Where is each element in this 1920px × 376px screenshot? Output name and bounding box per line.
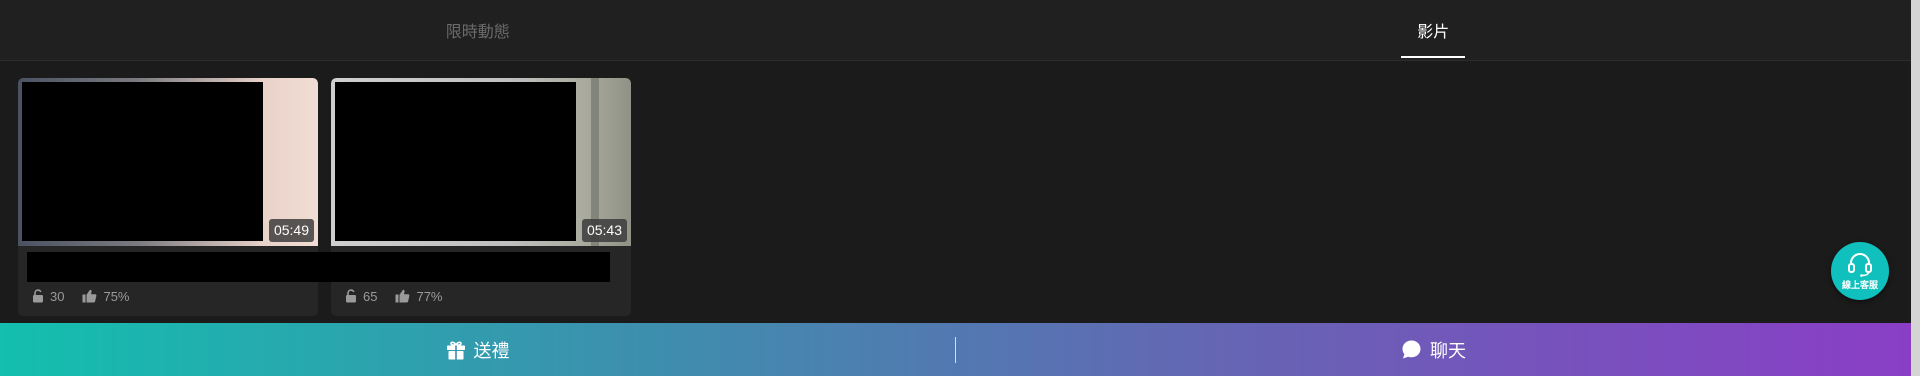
duration-badge: 05:43 [581, 219, 627, 242]
video-thumbnail[interactable]: 05:49 [18, 78, 318, 246]
chat-bubble-icon [1402, 340, 1421, 359]
lock-count: 65 [363, 288, 378, 304]
video-stats: 65 77% [345, 286, 443, 306]
like-rate: 75% [103, 288, 130, 304]
support-label: 線上客服 [1841, 281, 1878, 291]
gift-icon [446, 341, 465, 359]
action-bar: 送禮 聊天 [0, 323, 1911, 376]
customer-support-button[interactable]: 線上客服 [1831, 242, 1889, 300]
page: 限時動態 影片 05:49 30 75% 05:43 65 77% 送禮 聊天 … [0, 0, 1920, 376]
chat-label: 聊天 [1430, 340, 1466, 362]
tab-bar: 限時動態 影片 [0, 0, 1911, 61]
video-thumbnail[interactable]: 05:43 [331, 78, 631, 246]
thumbs-up-icon [395, 289, 410, 303]
tab-videos-label: 影片 [1417, 22, 1450, 41]
chat-button[interactable]: 聊天 [956, 323, 1911, 376]
headset-icon [1848, 253, 1872, 277]
like-rate: 77% [416, 288, 443, 304]
lock-count: 30 [50, 288, 65, 304]
gift-button[interactable]: 送禮 [0, 323, 955, 376]
scrollbar[interactable] [1911, 0, 1920, 376]
content-area: 限時動態 影片 05:49 30 75% 05:43 65 77% 送禮 聊天 … [0, 0, 1911, 376]
redacted-region [22, 82, 263, 241]
tab-stories-label: 限時動態 [445, 22, 510, 41]
redacted-title [27, 252, 610, 282]
lock-icon [33, 289, 43, 303]
tab-underline [1401, 56, 1466, 58]
gift-label: 送禮 [473, 340, 510, 362]
thumbs-up-icon [82, 289, 97, 303]
redacted-region [335, 82, 576, 241]
tab-videos[interactable]: 影片 [956, 0, 1912, 60]
duration-badge: 05:49 [268, 219, 314, 242]
video-stats: 30 75% [32, 286, 130, 306]
tab-stories[interactable]: 限時動態 [0, 0, 956, 60]
lock-icon [346, 289, 356, 303]
